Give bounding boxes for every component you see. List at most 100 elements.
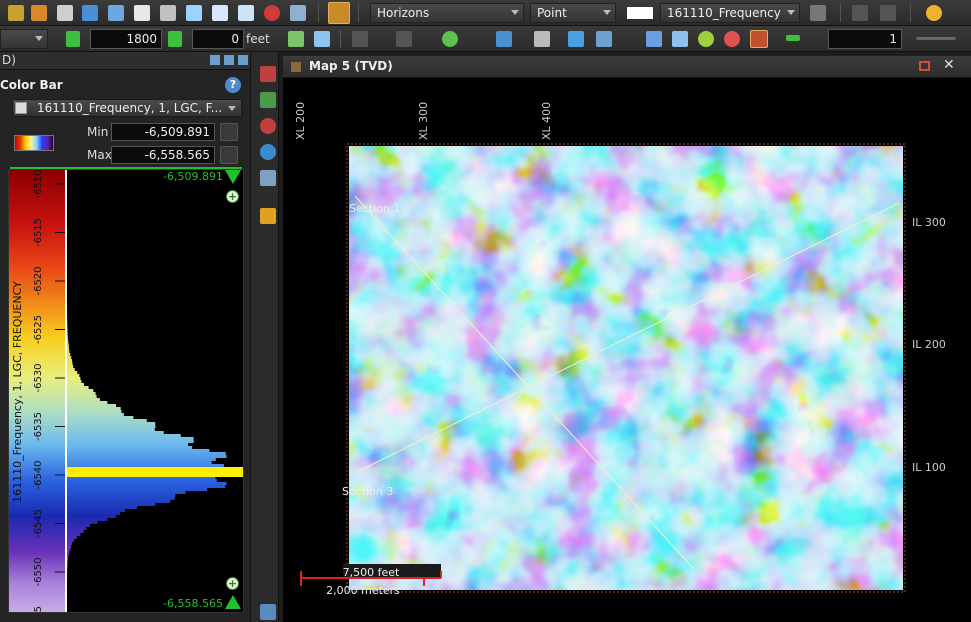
export-icon[interactable] [238, 5, 254, 21]
grid-icon[interactable] [534, 31, 550, 47]
left-combo[interactable] [0, 29, 48, 49]
main-toolbar: Horizons Point 161110_Frequency [0, 0, 971, 26]
triangle-icon[interactable] [568, 31, 584, 47]
colorbar-tick-label: -6530 [33, 363, 44, 392]
next-icon[interactable] [168, 31, 182, 47]
line-width-input[interactable]: 1 [828, 29, 902, 49]
bottom-marker-icon[interactable] [225, 595, 241, 609]
save-icon[interactable] [31, 5, 47, 21]
unit-label: feet [246, 32, 270, 46]
separator [340, 30, 341, 48]
pencil-icon[interactable] [328, 2, 350, 24]
palette-icon[interactable] [672, 31, 688, 47]
panel-pin-icon[interactable] [210, 55, 220, 65]
zoom-extent-icon[interactable] [260, 66, 276, 82]
target-icon[interactable] [724, 31, 740, 47]
bookmark-add-icon[interactable] [396, 31, 412, 47]
panel-float-icon[interactable] [224, 55, 234, 65]
sun-icon[interactable] [926, 5, 942, 21]
max-lock-button[interactable] [220, 146, 238, 164]
collapse-icon[interactable] [15, 102, 27, 114]
max-input[interactable]: -6,558.565 [111, 146, 215, 164]
refresh-icon[interactable] [260, 144, 276, 160]
colorbar-tick-label: -6550 [33, 557, 44, 586]
lock-icon[interactable] [57, 5, 73, 21]
colorbar-tick-label: -6555 [33, 606, 44, 613]
toolbar-icon-1[interactable] [8, 5, 24, 21]
separator [318, 4, 319, 22]
attribute-selector[interactable]: 161110_Frequency, 1, LGC, F... [12, 99, 242, 117]
line-style-icon[interactable] [786, 35, 800, 41]
chevron-down-icon [787, 10, 795, 15]
top-marker-icon[interactable] [225, 170, 241, 184]
layers-icon[interactable] [810, 5, 826, 21]
attribute-selector-label: 161110_Frequency, 1, LGC, F... [37, 101, 223, 115]
home-icon[interactable] [288, 31, 304, 47]
camera-icon[interactable] [290, 5, 306, 21]
add-bottom-icon[interactable]: + [226, 577, 239, 590]
colorbar-tick-label: -6535 [33, 412, 44, 441]
scale-icon[interactable] [260, 170, 276, 186]
step-input[interactable]: 1800 [90, 29, 162, 49]
map-canvas[interactable]: XL 100XL 200XL 300XL 400 IL 300IL 200IL … [283, 78, 971, 622]
color-swatch-white[interactable] [627, 7, 653, 19]
colormap-preview[interactable] [14, 135, 54, 151]
bookmark-icon[interactable] [352, 31, 368, 47]
slider-icon[interactable] [916, 37, 956, 40]
panel-close-icon[interactable] [238, 55, 248, 65]
separator [358, 4, 359, 22]
xl-label: XL 400 [540, 102, 553, 140]
select-icon[interactable] [496, 31, 512, 47]
min-lock-button[interactable] [220, 123, 238, 141]
offset-input[interactable]: 0 [192, 29, 244, 49]
xl-label: XL 300 [417, 102, 430, 140]
chevron-down-icon [511, 10, 519, 15]
top-value-label: -6,509.891 [163, 170, 223, 183]
horizons-combo[interactable]: Horizons [370, 3, 524, 23]
move-icon[interactable] [160, 5, 176, 21]
il-label: IL 200 [912, 338, 946, 351]
settings-icon[interactable] [750, 30, 768, 48]
house-icon[interactable] [314, 31, 330, 47]
bottom-value-label: -6,558.565 [163, 597, 223, 610]
wells-icon[interactable] [596, 31, 612, 47]
chevron-down-icon [228, 106, 236, 111]
redo-icon[interactable] [880, 5, 896, 21]
list-icon[interactable] [646, 31, 662, 47]
pick-icon[interactable] [442, 31, 458, 47]
zoom-window-icon[interactable] [260, 92, 276, 108]
help-icon[interactable]: ? [225, 77, 241, 93]
flag-icon[interactable] [82, 5, 98, 21]
undo-icon[interactable] [852, 5, 868, 21]
eraser-icon[interactable] [134, 5, 150, 21]
chevron-down-icon [603, 10, 611, 15]
add-top-icon[interactable]: + [226, 190, 239, 203]
histogram-highlight [67, 467, 243, 477]
colorbar-tick-label: -6540 [33, 460, 44, 489]
shield-icon[interactable] [260, 208, 276, 224]
point-combo[interactable]: Point [530, 3, 616, 23]
scale-meters-label: 2,000 meters [326, 584, 400, 597]
attribute-combo[interactable]: 161110_Frequency [660, 3, 800, 23]
collapse-toolbar-icon[interactable] [260, 604, 276, 620]
color-bar-title: Color Bar [0, 78, 63, 92]
layout-icon[interactable] [186, 5, 202, 21]
maximize-icon[interactable] [919, 61, 930, 71]
previous-icon[interactable] [66, 31, 80, 47]
map-icon [291, 62, 301, 72]
record-icon[interactable] [264, 5, 280, 21]
min-input[interactable]: -6,509.891 [111, 123, 215, 141]
histogram-view[interactable]: -6510 -6515 -6520 -6525 -6530 -6535 -6540 -6545… [8, 169, 244, 613]
zoom-out-icon[interactable] [260, 118, 276, 134]
map-title: Map 5 (TVD) [309, 59, 393, 73]
copy-icon[interactable] [212, 5, 228, 21]
separator [910, 4, 911, 22]
max-label: Max [87, 148, 112, 162]
colorbar-tick-label: -6520 [33, 266, 44, 295]
close-icon[interactable]: ✕ [943, 57, 955, 73]
horizon-attribute-surface[interactable] [349, 146, 903, 590]
il-axis-labels: IL 300 IL 200 IL 100 [912, 216, 946, 474]
wheel-icon[interactable] [698, 31, 714, 47]
measure-icon[interactable] [108, 5, 124, 21]
histogram-fill [67, 170, 243, 612]
